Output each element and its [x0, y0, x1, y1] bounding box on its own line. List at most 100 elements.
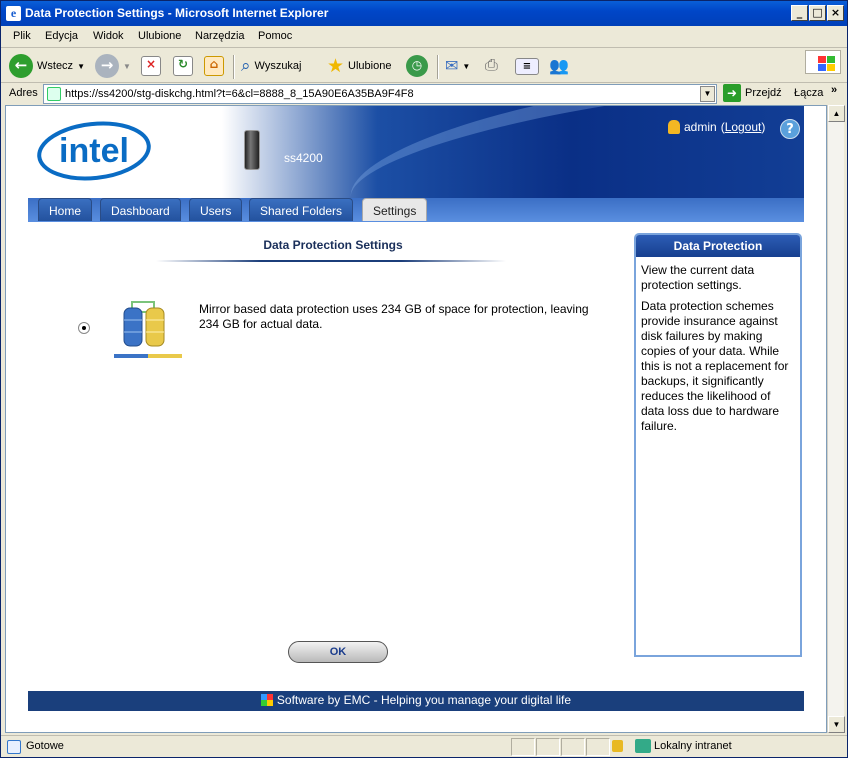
nas-device-icon: [244, 130, 260, 170]
status-text: Gotowe: [26, 740, 64, 752]
go-arrow-icon[interactable]: ➜: [723, 84, 741, 102]
print-button[interactable]: ⎙: [485, 53, 498, 79]
toolbar-separator: [437, 55, 439, 79]
status-pane: [586, 738, 610, 756]
page-viewport: intel ss4200 admin (Logout) ? Home Dashb…: [5, 105, 827, 733]
messenger-button[interactable]: 👥: [549, 53, 569, 79]
menu-view[interactable]: Widok: [93, 30, 124, 42]
menu-file[interactable]: Plik: [13, 30, 31, 42]
title-bar[interactable]: e Data Protection Settings - Microsoft I…: [1, 1, 847, 26]
home-button[interactable]: ⌂: [204, 53, 224, 79]
user-icon: [668, 120, 680, 134]
svg-text:intel: intel: [59, 132, 129, 170]
search-icon: ⌕: [241, 56, 251, 75]
star-icon: ★: [327, 55, 345, 77]
links-button[interactable]: Łącza: [794, 87, 823, 99]
help-side-panel: Data Protection View the current data pr…: [634, 233, 802, 657]
side-panel-intro: View the current data protection setting…: [641, 263, 755, 292]
close-button[interactable]: ×: [827, 5, 844, 21]
minimize-button[interactable]: _: [791, 5, 808, 21]
nav-tabs: Home Dashboard Users Shared Folders Sett…: [28, 198, 804, 222]
status-pane: [561, 738, 585, 756]
intel-header: intel ss4200 admin (Logout) ?: [28, 106, 804, 198]
menu-bar: Plik Edycja Widok Ulubione Narzędzia Pom…: [1, 26, 847, 74]
tab-home[interactable]: Home: [38, 198, 93, 221]
chevron-down-icon: ▼: [462, 61, 471, 71]
radio-selected-dot: [82, 326, 86, 330]
go-button[interactable]: Przejdź: [745, 87, 782, 99]
title-divider: [156, 260, 506, 262]
address-dropdown-button[interactable]: ▼: [700, 86, 715, 102]
intel-logo: intel: [37, 121, 151, 181]
page-title: Data Protection Settings: [263, 238, 403, 252]
favorites-button[interactable]: ★ Ulubione: [327, 53, 391, 79]
menu-favorites[interactable]: Ulubione: [138, 30, 181, 42]
tab-settings[interactable]: Settings: [362, 198, 428, 221]
address-bar: Adres https://ss4200/stg-diskchg.html?t=…: [1, 83, 847, 105]
ok-button[interactable]: OK: [288, 641, 388, 663]
scroll-up-button[interactable]: ▲: [828, 105, 845, 122]
menu-edit[interactable]: Edycja: [45, 30, 78, 42]
footer-text: Software by EMC - Helping you manage you…: [276, 693, 572, 707]
tab-dashboard[interactable]: Dashboard: [100, 198, 181, 221]
printer-icon: ⎙: [485, 57, 498, 74]
forward-button[interactable]: → ▼: [95, 53, 131, 79]
back-button[interactable]: ← Wstecz ▼: [9, 53, 85, 79]
protection-description: Mirror based data protection uses 234 GB…: [199, 302, 589, 331]
page-status-icon: [7, 740, 21, 754]
tab-users[interactable]: Users: [189, 198, 243, 221]
vertical-scrollbar[interactable]: ▲ ▼: [827, 105, 845, 733]
stop-button[interactable]: ×: [141, 53, 161, 79]
refresh-button[interactable]: ↻: [173, 53, 193, 79]
home-icon: ⌂: [204, 56, 224, 76]
device-name: ss4200: [284, 151, 323, 165]
messenger-icon: 👥: [549, 58, 569, 75]
toolbar: ← Wstecz ▼ → ▼ × ↻ ⌂ ⌕ Wyszukaj ★ Ulubio…: [1, 49, 847, 83]
emc-logo-icon: [260, 694, 273, 706]
menu-help[interactable]: Pomoc: [258, 30, 292, 42]
side-panel-title: Data Protection: [636, 235, 800, 257]
user-area: admin (Logout): [668, 120, 765, 134]
status-pane: [536, 738, 560, 756]
status-pane: [511, 738, 535, 756]
help-icon[interactable]: ?: [780, 119, 800, 139]
edit-page-icon: ≡: [515, 57, 539, 75]
edit-button[interactable]: ≡: [515, 53, 539, 79]
search-button[interactable]: ⌕ Wyszukaj: [241, 53, 302, 79]
stop-icon: ×: [141, 56, 161, 76]
menu-tools[interactable]: Narzędzia: [195, 30, 245, 42]
page-footer: Software by EMC - Helping you manage you…: [28, 691, 804, 711]
maximize-button[interactable]: □: [809, 5, 826, 21]
back-label: Wstecz: [37, 60, 74, 72]
address-url: https://ss4200/stg-diskchg.html?t=6&cl=8…: [65, 88, 414, 100]
chevron-down-icon: ▼: [123, 61, 131, 71]
history-icon: ◷: [406, 55, 428, 77]
window-title: Data Protection Settings - Microsoft Int…: [25, 6, 329, 20]
chevron-right-icon[interactable]: »: [831, 84, 837, 96]
mirror-protection-radio[interactable]: [78, 322, 90, 334]
browser-window: e Data Protection Settings - Microsoft I…: [0, 0, 848, 758]
intranet-icon: [635, 739, 651, 753]
logout-link[interactable]: Logout: [725, 120, 762, 134]
address-input[interactable]: https://ss4200/stg-diskchg.html?t=6&cl=8…: [43, 84, 717, 104]
history-button[interactable]: ◷: [406, 53, 428, 79]
refresh-icon: ↻: [173, 56, 193, 76]
side-panel-body: Data protection schemes provide insuranc…: [641, 299, 789, 433]
ie-icon: e: [6, 6, 21, 21]
search-label: Wyszukaj: [254, 60, 302, 72]
zone-label: Lokalny intranet: [654, 740, 732, 752]
mail-button[interactable]: ✉ ▼: [445, 53, 470, 79]
lock-icon: [612, 740, 623, 752]
mail-icon: ✉: [445, 58, 459, 75]
mirrored-disks-icon: [114, 301, 182, 358]
security-zone: Lokalny intranet: [635, 739, 732, 753]
chevron-down-icon: ▼: [77, 61, 85, 71]
scroll-down-button[interactable]: ▼: [828, 716, 845, 733]
back-arrow-icon: ←: [9, 54, 33, 78]
status-bar: Gotowe Lokalny intranet: [1, 735, 847, 757]
tab-shared-folders[interactable]: Shared Folders: [249, 198, 354, 221]
page-icon: [47, 87, 61, 101]
toolbar-separator: [233, 55, 235, 79]
forward-arrow-icon: →: [95, 54, 119, 78]
user-name: admin: [684, 120, 717, 134]
